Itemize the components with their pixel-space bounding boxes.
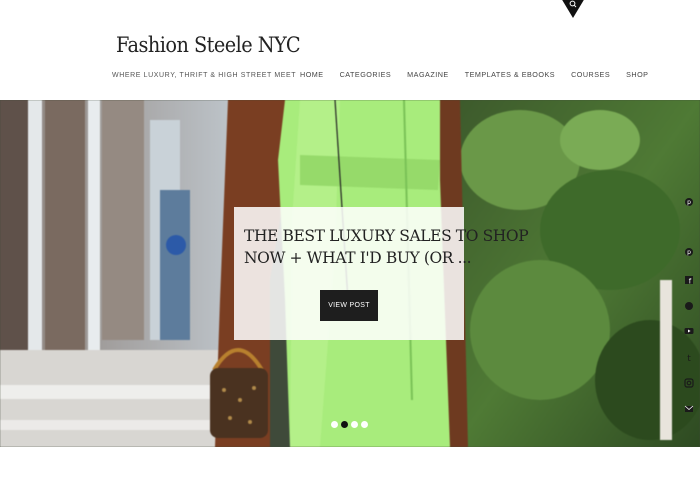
site-tagline: WHERE LUXURY, THRIFT & HIGH STREET MEET [112, 72, 297, 79]
nav-templates-ebooks[interactable]: TEMPLATES & EBOOKS [465, 70, 555, 79]
post-title-line-2: NOW + WHAT I'D BUY (OR ... [244, 249, 472, 267]
facebook-icon[interactable]: f [684, 275, 694, 285]
view-post-button[interactable]: VIEW POST [320, 290, 378, 321]
search-icon[interactable] [561, 0, 585, 18]
featured-post-card: THE BEST LUXURY SALES TO SHOP NOW + WHAT… [234, 207, 529, 340]
nav-courses[interactable]: COURSES [571, 70, 610, 79]
pinterest-icon[interactable]: p [684, 197, 694, 207]
svg-text:t: t [687, 354, 691, 362]
nav-home[interactable]: HOME [300, 70, 324, 79]
slide-dot-3[interactable] [351, 421, 358, 428]
slider-dots [331, 421, 368, 428]
youtube-icon[interactable] [684, 326, 694, 336]
featured-post-title[interactable]: THE BEST LUXURY SALES TO SHOP NOW + WHAT… [244, 225, 529, 269]
slide-dot-1[interactable] [331, 421, 338, 428]
pinterest-icon[interactable] [684, 301, 694, 311]
instagram-icon[interactable] [684, 378, 694, 388]
slide-dot-2[interactable] [341, 421, 348, 428]
hero-slider[interactable]: THE BEST LUXURY SALES TO SHOP NOW + WHAT… [0, 100, 700, 447]
svg-text:p: p [687, 249, 691, 256]
pinterest-icon[interactable]: p [684, 247, 694, 257]
svg-text:p: p [687, 199, 691, 206]
mail-icon[interactable] [684, 404, 694, 414]
tumblr-icon[interactable]: t [684, 352, 694, 362]
post-title-line-1: THE BEST LUXURY SALES TO SHOP [244, 227, 529, 245]
nav-categories[interactable]: CATEGORIES [340, 70, 392, 79]
site-header: Fashion Steele NYC WHERE LUXURY, THRIFT … [0, 0, 700, 100]
main-nav: HOME CATEGORIES MAGAZINE TEMPLATES & EBO… [300, 70, 664, 79]
slide-dot-4[interactable] [361, 421, 368, 428]
nav-shop[interactable]: SHOP [626, 70, 648, 79]
nav-magazine[interactable]: MAGAZINE [407, 70, 449, 79]
site-title[interactable]: Fashion Steele NYC [116, 33, 301, 57]
